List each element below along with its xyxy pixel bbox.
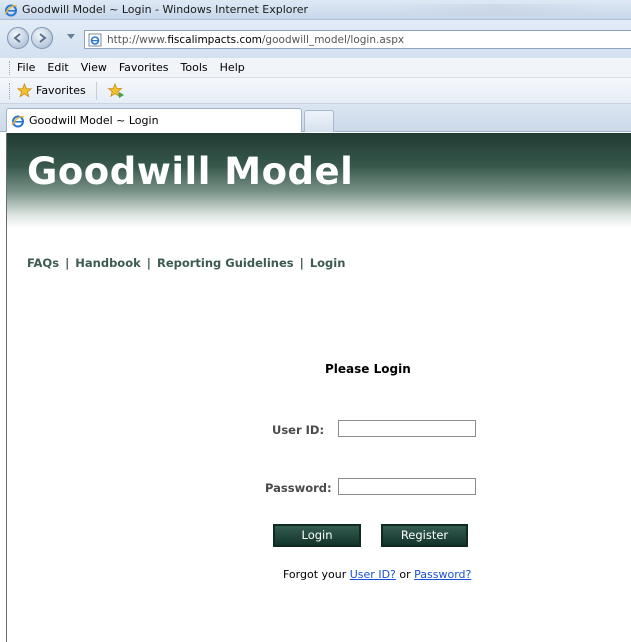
page-icon (88, 33, 102, 46)
url-prefix: http://www. (107, 33, 168, 46)
add-to-favorites-bar-icon[interactable] (107, 82, 125, 99)
nav-link-handbook[interactable]: Handbook (75, 256, 141, 270)
window-left-border (6, 133, 7, 642)
user-id-label: User ID: (272, 423, 325, 437)
password-input[interactable] (338, 478, 476, 495)
back-arrow-icon (13, 33, 21, 43)
menu-favorites[interactable]: Favorites (119, 61, 169, 74)
forgot-credentials: Forgot your User ID? or Password? (283, 568, 471, 581)
menu-tools[interactable]: Tools (181, 61, 208, 74)
forgot-password-link[interactable]: Password? (414, 568, 471, 581)
recent-pages-dropdown[interactable] (67, 34, 75, 39)
favorites-label: Favorites (36, 84, 86, 97)
internet-explorer-icon (4, 4, 18, 16)
menu-bar: File Edit View Favorites Tools Help (0, 58, 631, 78)
forward-button[interactable] (31, 27, 53, 49)
page-content: Goodwill Model FAQs | Handbook | Reporting G… (0, 133, 631, 642)
url-path: /goodwill_model/login.aspx (261, 33, 405, 46)
window-title-bar: Goodwill Model ~ Login - Windows Interne… (0, 0, 631, 20)
site-nav: FAQs | Handbook | Reporting Guidelines | Login (27, 256, 345, 270)
site-banner: Goodwill Model (7, 133, 631, 228)
nav-link-faqs[interactable]: FAQs (27, 256, 59, 270)
navigation-toolbar: http://www.fiscalimpacts.com/goodwill_mo… (0, 20, 631, 58)
favorites-button[interactable]: Favorites (17, 81, 97, 100)
menu-view[interactable]: View (81, 61, 107, 74)
menu-help[interactable]: Help (220, 61, 245, 74)
tab-goodwill-login[interactable]: Goodwill Model ~ Login (6, 108, 302, 132)
password-label: Password: (265, 481, 332, 495)
new-tab-button[interactable] (304, 110, 334, 132)
title-bar-decoration (381, 4, 611, 16)
nav-separator: | (299, 256, 304, 270)
forgot-prefix: Forgot your (283, 568, 347, 581)
nav-separator: | (65, 256, 70, 270)
forward-arrow-icon (39, 33, 47, 43)
favorites-bar: Favorites (0, 78, 631, 104)
tab-strip: Goodwill Model ~ Login (0, 104, 631, 132)
forgot-user-id-link[interactable]: User ID? (350, 568, 396, 581)
menu-bar-grip[interactable] (9, 60, 11, 75)
site-title: Goodwill Model (27, 150, 354, 193)
address-bar[interactable]: http://www.fiscalimpacts.com/goodwill_mo… (84, 30, 631, 49)
address-url[interactable]: http://www.fiscalimpacts.com/goodwill_mo… (107, 34, 404, 46)
internet-explorer-icon (11, 115, 25, 127)
menu-edit[interactable]: Edit (47, 61, 68, 74)
menu-file[interactable]: File (17, 61, 35, 74)
nav-link-login[interactable]: Login (310, 256, 346, 270)
user-id-input[interactable] (338, 420, 476, 437)
window-title: Goodwill Model ~ Login - Windows Interne… (22, 3, 309, 16)
register-button[interactable]: Register (381, 524, 468, 547)
tab-title: Goodwill Model ~ Login (29, 114, 159, 127)
login-button[interactable]: Login (273, 524, 361, 547)
login-heading: Please Login (325, 362, 411, 376)
nav-link-reporting-guidelines[interactable]: Reporting Guidelines (157, 256, 294, 270)
star-icon (17, 83, 32, 98)
forgot-or: or (399, 568, 411, 581)
url-domain: fiscalimpacts.com (167, 33, 262, 46)
back-button[interactable] (7, 27, 29, 49)
nav-separator: | (146, 256, 151, 270)
favorites-bar-grip[interactable] (9, 82, 11, 99)
